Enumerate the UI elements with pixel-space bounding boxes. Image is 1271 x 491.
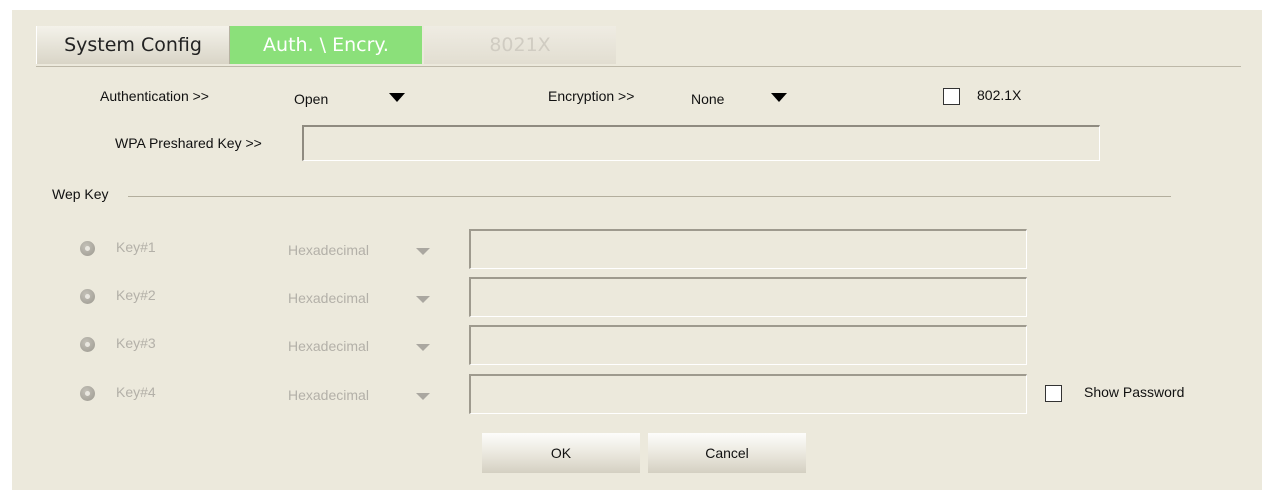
wpa-preshared-key-input[interactable] — [302, 125, 1100, 161]
dot1x-label: 802.1X — [977, 87, 1022, 103]
authentication-select[interactable]: Open — [290, 84, 420, 110]
tab-system-config[interactable]: System Config — [36, 26, 230, 64]
key4-radio[interactable] — [80, 386, 95, 401]
key2-input[interactable] — [469, 277, 1027, 317]
key2-label: Key#2 — [116, 287, 156, 303]
key4-format-select[interactable]: Hexadecimal — [286, 381, 436, 405]
authentication-value: Open — [294, 91, 329, 107]
key1-input[interactable] — [469, 229, 1027, 269]
encryption-label: Encryption >> — [548, 88, 635, 104]
chevron-down-icon — [416, 344, 430, 351]
wep-key-section-label: Wep Key — [52, 186, 109, 202]
wpa-preshared-key-label: WPA Preshared Key >> — [115, 135, 262, 151]
key1-format-value: Hexadecimal — [288, 242, 369, 258]
key1-radio[interactable] — [80, 241, 95, 256]
key1-label: Key#1 — [116, 239, 156, 255]
key2-format-value: Hexadecimal — [288, 290, 369, 306]
key4-format-value: Hexadecimal — [288, 387, 369, 403]
wep-key-divider — [128, 196, 1171, 197]
key3-input[interactable] — [469, 325, 1027, 365]
chevron-down-icon — [416, 296, 430, 303]
key3-radio[interactable] — [80, 337, 95, 352]
key4-label: Key#4 — [116, 384, 156, 400]
tabs-divider — [36, 66, 1241, 67]
chevron-down-icon — [771, 93, 787, 102]
authentication-label: Authentication >> — [100, 88, 209, 104]
show-password-label: Show Password — [1084, 384, 1185, 400]
encryption-value: None — [691, 91, 725, 107]
key3-format-select[interactable]: Hexadecimal — [286, 332, 436, 356]
key2-radio[interactable] — [80, 289, 95, 304]
tab-auth-encry[interactable]: Auth. \ Encry. — [230, 26, 422, 64]
dot1x-checkbox[interactable] — [943, 88, 960, 105]
show-password-checkbox[interactable] — [1045, 385, 1062, 402]
cancel-button[interactable]: Cancel — [648, 433, 806, 473]
chevron-down-icon — [416, 248, 430, 255]
ok-button[interactable]: OK — [482, 433, 640, 473]
key2-format-select[interactable]: Hexadecimal — [286, 284, 436, 308]
key3-label: Key#3 — [116, 335, 156, 351]
chevron-down-icon — [389, 93, 405, 102]
encryption-select[interactable]: None — [688, 84, 818, 110]
key3-format-value: Hexadecimal — [288, 338, 369, 354]
key1-format-select[interactable]: Hexadecimal — [286, 236, 436, 260]
chevron-down-icon — [416, 393, 430, 400]
key4-input[interactable] — [469, 374, 1027, 414]
tab-8021x[interactable]: 8021X — [424, 26, 616, 64]
